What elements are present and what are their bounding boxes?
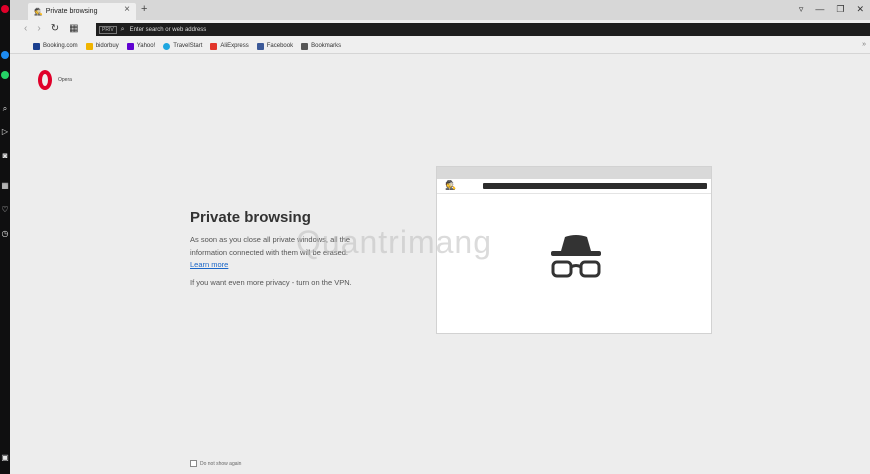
new-tab-button[interactable]: + (141, 3, 147, 15)
speed-dial-icon[interactable]: ▦ (0, 180, 10, 190)
bookmark-bidorbuy[interactable]: bidorbuy (85, 42, 119, 50)
whatsapp-icon[interactable] (0, 70, 10, 80)
bookmarks-bar: Booking.com bidorbuy Yahoo! TravelStart … (10, 39, 870, 54)
window-controls: ▿ — ❐ ✕ (799, 4, 864, 15)
tab-menu-icon[interactable]: ▿ (799, 4, 804, 15)
speed-dial-button-icon[interactable]: ▦ (69, 23, 78, 34)
sidebar-toggle-icon[interactable]: ▣ (0, 452, 10, 462)
learn-more-link[interactable]: Learn more (190, 260, 228, 269)
messenger-icon[interactable] (0, 50, 10, 60)
illustration-titlebar (437, 167, 711, 179)
booking-icon (33, 42, 40, 50)
search-icon[interactable]: ⌕ (0, 104, 10, 114)
history-icon[interactable]: ◷ (0, 228, 10, 238)
aliexpress-icon (210, 42, 218, 50)
folder-icon (301, 42, 309, 50)
back-icon[interactable]: ‹ (24, 23, 27, 34)
address-input[interactable]: PRIV ⌕ Enter search or web address (96, 23, 870, 36)
opera-o-icon (38, 70, 52, 90)
tab-private-browsing[interactable]: 🕵 Private browsing × (28, 3, 136, 20)
minimize-button[interactable]: — (815, 4, 824, 15)
illustration-addressbar: 🕵 (437, 179, 711, 194)
navigation-buttons: ‹ › ↻ ▦ (24, 23, 79, 34)
tab-close-button[interactable]: × (124, 4, 130, 15)
dont-show-checkbox[interactable] (190, 460, 197, 467)
forward-icon[interactable]: › (37, 23, 40, 34)
bookmark-folder[interactable]: Bookmarks (301, 42, 341, 50)
incognito-icon (551, 235, 601, 278)
bookmark-booking[interactable]: Booking.com (33, 42, 78, 50)
incognito-icon: 🕵 (34, 8, 43, 16)
private-badge: PRIV (99, 25, 117, 34)
yahoo-icon (126, 42, 134, 50)
facebook-icon (256, 42, 264, 50)
close-window-button[interactable]: ✕ (856, 4, 864, 15)
bookmark-travelstart[interactable]: TravelStart (163, 42, 202, 50)
opera-wordmark: Opera (58, 77, 72, 83)
illustration-address-line (483, 183, 707, 189)
camera-icon[interactable]: ◙ (0, 150, 10, 160)
maximize-button[interactable]: ❐ (836, 4, 844, 15)
bookmark-yahoo[interactable]: Yahoo! (126, 42, 155, 50)
travelstart-icon (163, 42, 171, 50)
dont-show-label: Do not show again (200, 460, 242, 467)
address-bar-row: ‹ › ↻ ▦ PRIV ⌕ Enter search or web addre… (10, 20, 870, 39)
bookmark-facebook[interactable]: Facebook (256, 42, 293, 50)
bidorbuy-icon (85, 42, 93, 50)
address-placeholder: Enter search or web address (129, 26, 207, 33)
send-icon[interactable]: ▷ (0, 126, 10, 136)
opera-menu-icon[interactable] (0, 4, 10, 14)
opera-logo: Opera (38, 70, 72, 90)
incognito-small-icon: 🕵 (445, 180, 457, 190)
watermark: Quantrimang (296, 224, 492, 260)
search-icon: ⌕ (120, 25, 125, 33)
bookmarks-more-icon[interactable]: » (862, 41, 866, 48)
page-title: Private browsing (190, 209, 311, 226)
dont-show-again-option[interactable]: Do not show again (190, 460, 241, 467)
reload-icon[interactable]: ↻ (51, 23, 59, 34)
opera-sidebar: ⌕ ▷ ◙ ▦ ♡ ◷ ▣ (0, 0, 10, 474)
bookmark-aliexpress[interactable]: AliExpress (210, 42, 249, 50)
title-bar: 🕵 Private browsing × + ▿ — ❐ ✕ (10, 0, 870, 20)
vpn-hint: If you want even more privacy - turn on … (190, 278, 352, 287)
tab-title: Private browsing (45, 8, 98, 15)
heart-icon[interactable]: ♡ (0, 204, 10, 214)
